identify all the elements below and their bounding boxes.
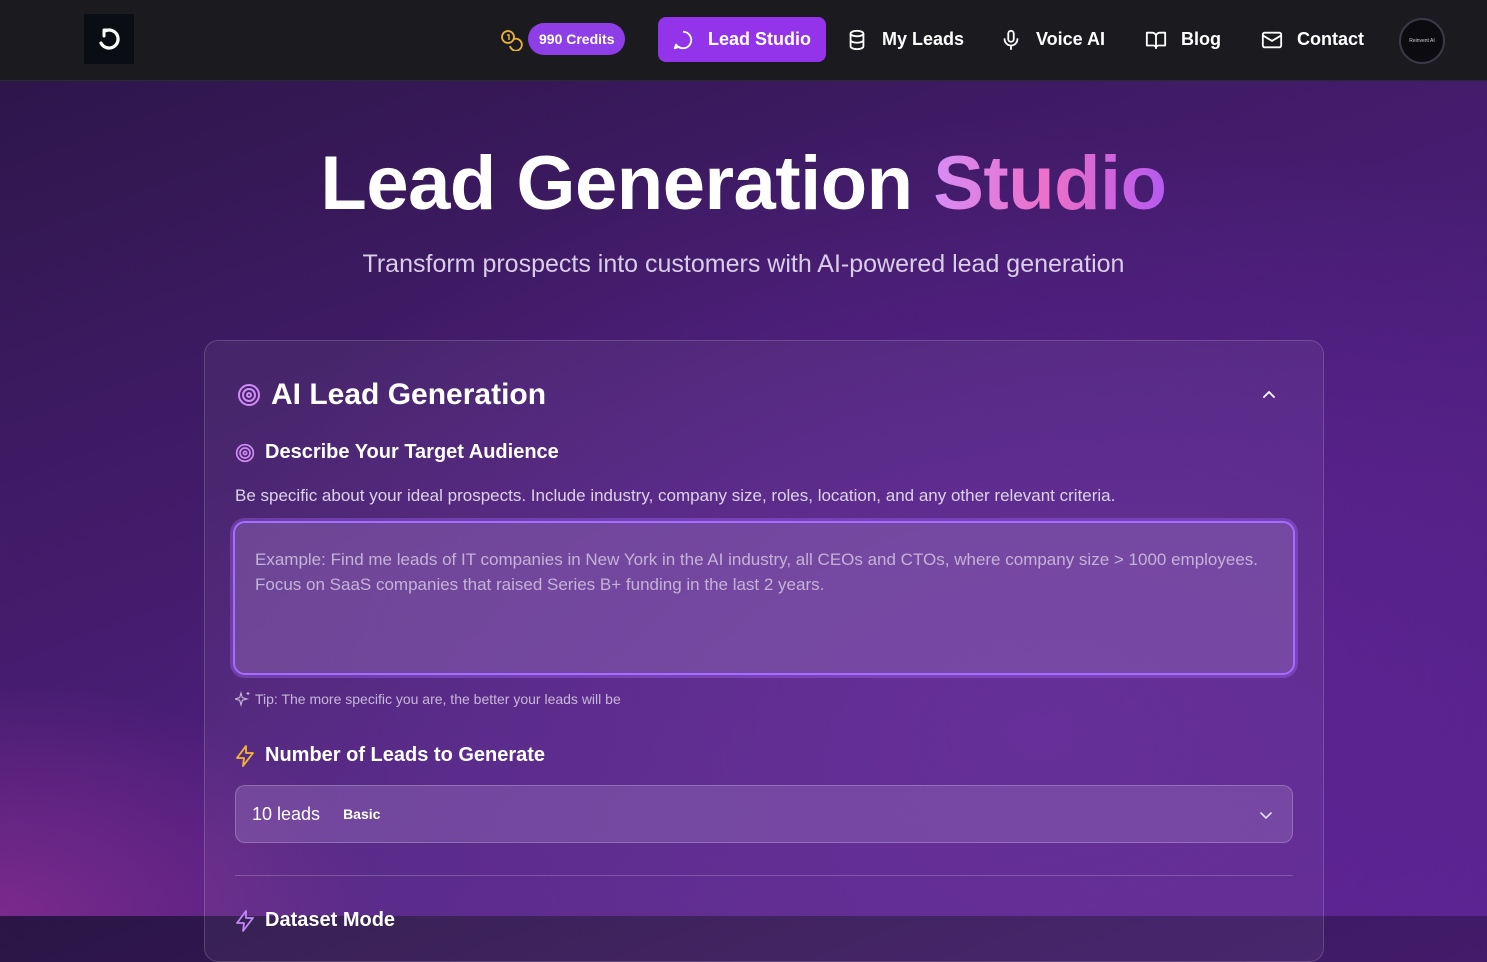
lead-count-label: Number of Leads to Generate — [265, 744, 546, 766]
target-icon — [235, 443, 255, 462]
audience-label: Describe Your Target Audience — [265, 441, 559, 463]
target-icon — [238, 384, 260, 406]
nav-voice-ai-label: Voice AI — [1036, 29, 1106, 49]
target-audience-input[interactable] — [233, 521, 1295, 675]
logo[interactable] — [84, 14, 134, 64]
nav-blog[interactable]: Blog — [1145, 17, 1221, 62]
database-icon — [849, 29, 865, 50]
audience-helper-text: Be specific about your ideal prospects. … — [235, 486, 1116, 505]
section-divider — [235, 875, 1293, 876]
page-subtitle: Transform prospects into customers with … — [362, 250, 1125, 278]
card-title: AI Lead Generation — [271, 378, 547, 411]
nav-voice-ai[interactable]: Voice AI — [1000, 17, 1105, 62]
sparkles-icon — [235, 691, 250, 707]
user-avatar[interactable]: Reinvent AI — [1399, 18, 1445, 64]
nav-contact[interactable]: Contact — [1261, 17, 1364, 62]
page-title-accent: Studio — [933, 141, 1167, 226]
microphone-icon — [1003, 29, 1019, 50]
card-header: AI Lead Generation — [237, 378, 546, 412]
page-title: Lead Generation Studio — [0, 140, 1487, 227]
lightning-icon — [236, 744, 254, 767]
lead-count-select[interactable]: 10 leads Basic — [235, 785, 1293, 843]
nav-my-leads[interactable]: My Leads — [846, 17, 964, 62]
dataset-mode-section-header: Dataset Mode — [235, 909, 395, 932]
collapse-chevron-up-icon[interactable] — [1261, 387, 1277, 403]
lead-count-selected-value: 10 leads — [252, 803, 321, 824]
lead-count-section-header: Number of Leads to Generate — [235, 744, 545, 767]
mail-icon — [1261, 31, 1283, 48]
nav-contact-label: Contact — [1297, 29, 1364, 49]
tip-text: Tip: The more specific you are, the bett… — [255, 691, 621, 707]
coins-icon — [501, 30, 523, 51]
chevron-down-icon — [1260, 812, 1272, 820]
nav-blog-label: Blog — [1181, 29, 1221, 49]
nav-lead-studio-label: Lead Studio — [708, 29, 811, 49]
book-icon — [1145, 31, 1167, 49]
lightning-icon — [236, 909, 254, 932]
tip-text-row: Tip: The more specific you are, the bett… — [235, 691, 621, 707]
lead-generation-card: AI Lead Generation Describe Your Target … — [204, 340, 1324, 962]
nav-my-leads-label: My Leads — [882, 29, 965, 49]
dataset-mode-label: Dataset Mode — [265, 909, 396, 931]
nav-lead-studio[interactable]: Lead Studio — [658, 17, 826, 62]
page-title-main: Lead Generation — [320, 141, 913, 226]
credits-badge: 990 Credits — [528, 23, 626, 55]
top-nav: 990 Credits Lead Studio My Leads Voice A… — [0, 0, 1487, 81]
audience-section-header: Describe Your Target Audience — [235, 441, 559, 464]
logo-icon — [99, 28, 120, 50]
chat-bubble-icon — [673, 30, 693, 49]
avatar-text: Reinvent AI — [1409, 38, 1435, 44]
tier-badge: Basic — [343, 806, 381, 822]
